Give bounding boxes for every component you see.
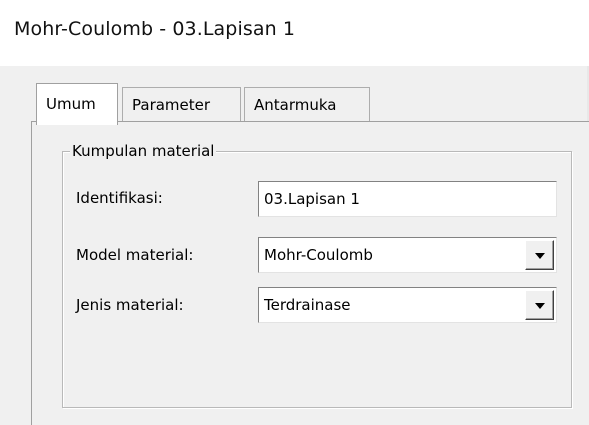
tab-parameter[interactable]: Parameter — [122, 87, 241, 123]
model-material-value: Mohr-Coulomb — [264, 246, 373, 264]
tab-umum[interactable]: Umum — [36, 83, 118, 125]
jenis-material-select[interactable]: Terdrainase — [258, 287, 557, 323]
group-title: Kumpulan material — [70, 142, 217, 160]
jenis-material-label: Jenis material: — [76, 296, 184, 314]
model-material-label: Model material: — [76, 246, 194, 264]
identifikasi-label: Identifikasi: — [76, 189, 163, 207]
model-material-dropdown-button[interactable] — [525, 240, 554, 270]
chevron-down-icon — [535, 253, 545, 259]
jenis-material-dropdown-button[interactable] — [525, 290, 554, 320]
window-title: Mohr-Coulomb - 03.Lapisan 1 — [14, 18, 296, 40]
jenis-material-value: Terdrainase — [264, 296, 351, 314]
identifikasi-input[interactable]: 03.Lapisan 1 — [258, 181, 557, 217]
model-material-select[interactable]: Mohr-Coulomb — [258, 237, 557, 273]
tab-antarmuka[interactable]: Antarmuka — [244, 87, 370, 123]
material-dialog-window: Mohr-Coulomb - 03.Lapisan 1 Umum Paramet… — [0, 0, 589, 425]
chevron-down-icon — [535, 303, 545, 309]
title-bar[interactable]: Mohr-Coulomb - 03.Lapisan 1 — [0, 0, 589, 66]
